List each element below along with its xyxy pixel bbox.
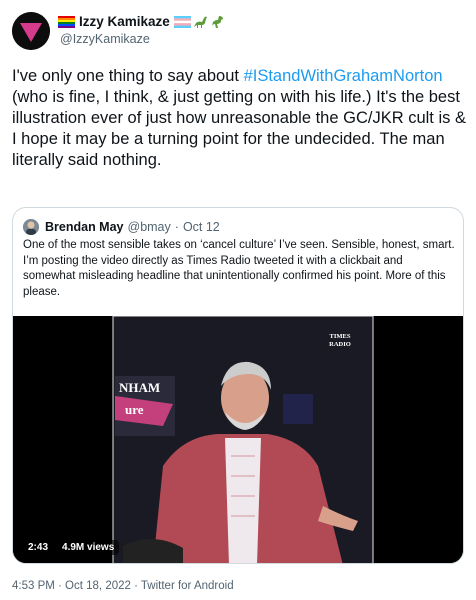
quoted-date: Oct 12 xyxy=(182,220,220,234)
quoted-avatar xyxy=(23,219,39,235)
backdrop-text-1: NHAM xyxy=(119,380,161,395)
quoted-handle: @bmay xyxy=(127,220,171,234)
quoted-tweet[interactable]: Brendan May @bmay · Oct 12 One of the mo… xyxy=(12,207,464,564)
video-badges: 2:43 4.9M views xyxy=(23,540,120,555)
tweet-metadata[interactable]: 4:53 PM · Oct 18, 2022 · Twitter for And… xyxy=(12,580,234,592)
rainbow-flag-icon xyxy=(58,15,75,28)
hashtag-link[interactable]: #IStandWithGrahamNorton xyxy=(244,67,443,85)
logo-line-1: TIMES xyxy=(329,333,351,340)
author-name-row[interactable]: Izzy Kamikaze xyxy=(58,14,225,29)
author-handle[interactable]: @IzzyKamikaze xyxy=(60,32,150,46)
video-views: 4.9M views xyxy=(57,540,120,555)
video-thumbnail xyxy=(13,316,463,563)
quoted-separator: · xyxy=(174,220,179,234)
author-avatar[interactable] xyxy=(12,12,50,50)
logo-line-2: RADIO xyxy=(329,341,351,348)
quoted-name: Brendan May xyxy=(45,220,124,234)
sauropod-icon xyxy=(193,16,207,28)
user-avatar-icon xyxy=(23,219,39,235)
trans-flag-icon xyxy=(173,15,191,28)
tweet-text-start: I've only one thing to say about xyxy=(12,67,244,85)
pink-triangle-icon xyxy=(12,12,50,50)
tweet-text: I've only one thing to say about #IStand… xyxy=(12,66,470,171)
quoted-text: One of the most sensible takes on ‘cance… xyxy=(23,239,455,298)
quoted-header: Brendan May @bmay · Oct 12 xyxy=(23,219,220,235)
video-duration: 2:43 xyxy=(23,540,54,555)
times-radio-logo: TIMES RADIO xyxy=(326,333,354,349)
backdrop-text-2: ure xyxy=(125,402,144,417)
video-player[interactable]: TIMES RADIO NHAM ure 2:43 4.9M views xyxy=(13,316,463,563)
tweet-text-end: (who is fine, I think, & just getting on… xyxy=(12,88,466,169)
t-rex-icon xyxy=(211,15,223,28)
author-name[interactable]: Izzy Kamikaze xyxy=(79,14,170,29)
